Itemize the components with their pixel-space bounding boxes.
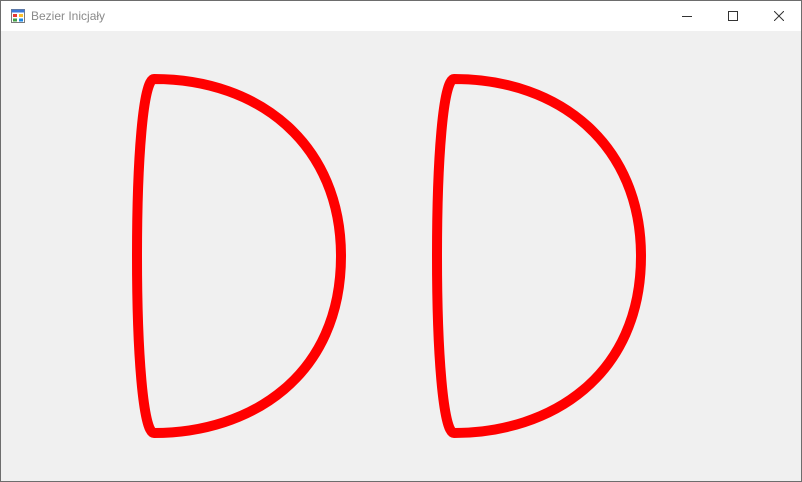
- drawing-area[interactable]: [1, 31, 801, 481]
- minimize-button[interactable]: [664, 1, 710, 31]
- close-button[interactable]: [756, 1, 802, 31]
- app-window: Bezier Inicjały: [0, 0, 802, 482]
- title-bar[interactable]: Bezier Inicjały: [1, 1, 801, 31]
- close-icon: [774, 11, 784, 21]
- maximize-icon: [728, 11, 738, 21]
- maximize-button[interactable]: [710, 1, 756, 31]
- minimize-icon: [682, 16, 692, 17]
- letter-d-left: [132, 74, 346, 438]
- winforms-app-icon[interactable]: [11, 9, 25, 23]
- bezier-canvas[interactable]: [1, 31, 801, 481]
- window-title: Bezier Inicjały: [31, 9, 106, 23]
- letter-d-right: [432, 74, 646, 438]
